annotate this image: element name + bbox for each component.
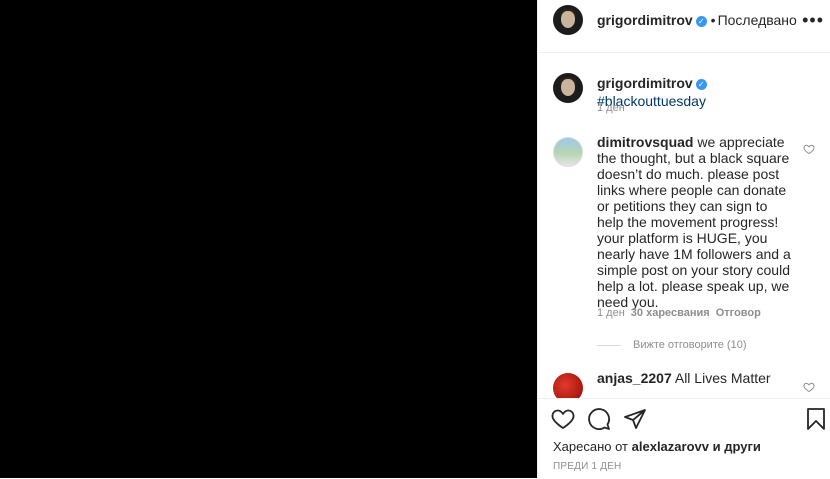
owner-username[interactable]: grigordimitrov — [597, 12, 693, 28]
heart-icon[interactable] — [803, 381, 815, 393]
bookmark-icon[interactable] — [804, 407, 828, 431]
verified-badge-icon: ✓ — [695, 79, 707, 90]
post-header: grigordimitrov ✓ • Последвано ••• — [538, 0, 830, 53]
reply-button[interactable]: Отговор — [716, 307, 761, 319]
comment-icon[interactable] — [587, 407, 611, 431]
comment-time[interactable]: 1 ден — [597, 307, 625, 319]
commenter-avatar[interactable] — [553, 373, 583, 398]
more-options-icon[interactable]: ••• — [802, 10, 824, 31]
post-date[interactable]: ПРЕДИ 1 ДЕН — [553, 461, 621, 472]
comment-username[interactable]: anjas_2207 — [597, 370, 672, 386]
header-name-row: grigordimitrov ✓ • Последвано — [597, 12, 797, 28]
post-actions: Харесано от alexlazarovv и други ПРЕДИ 1… — [538, 398, 830, 479]
commenter-avatar[interactable] — [553, 137, 583, 167]
avatar-face — [561, 11, 575, 28]
post-side-panel: grigordimitrov ✓ • Последвано ••• grigordim… — [537, 0, 830, 478]
caption-time[interactable]: 1 ден — [597, 102, 625, 114]
like-heart-icon[interactable] — [551, 407, 575, 431]
comment-meta: 1 ден 30 харесвания Отговор — [597, 307, 761, 319]
caption-username[interactable]: grigordimitrov — [597, 75, 693, 91]
separator-dot: • — [710, 12, 716, 28]
comment-text: we appreciate the thought, but a black s… — [597, 134, 791, 310]
liked-by-others[interactable]: и други — [713, 439, 761, 454]
owner-avatar[interactable] — [553, 5, 583, 35]
comment-username[interactable]: dimitrovsquad — [597, 134, 693, 150]
liked-by-prefix: Харесано от — [553, 439, 629, 454]
view-replies[interactable]: Вижте отговорите (10) — [597, 339, 746, 351]
comments-list[interactable]: grigordimitrov ✓ #blackouttuesday 1 ден d… — [538, 53, 830, 398]
heart-icon[interactable] — [803, 143, 815, 155]
follow-status-button[interactable]: Последвано — [718, 12, 797, 28]
comment-likes[interactable]: 30 харесвания — [631, 307, 710, 319]
share-icon[interactable] — [623, 407, 647, 431]
caption-text-block: grigordimitrov ✓ #blackouttuesday — [597, 74, 817, 110]
liked-by-user[interactable]: alexlazarovv — [632, 439, 709, 454]
replies-divider — [597, 344, 621, 346]
caption-avatar[interactable] — [553, 73, 583, 103]
comment-text: All Lives Matter — [674, 370, 771, 386]
verified-badge-icon: ✓ — [695, 16, 707, 27]
avatar-face — [561, 79, 575, 96]
comment-text-block: dimitrovsquad we appreciate the thought,… — [597, 134, 797, 310]
liked-by: Харесано от alexlazarovv и други — [553, 439, 761, 454]
comment-text-block: anjas_2207 All Lives Matter — [597, 370, 797, 386]
view-replies-label[interactable]: Вижте отговорите (10) — [633, 339, 746, 351]
post-image[interactable] — [0, 0, 537, 478]
